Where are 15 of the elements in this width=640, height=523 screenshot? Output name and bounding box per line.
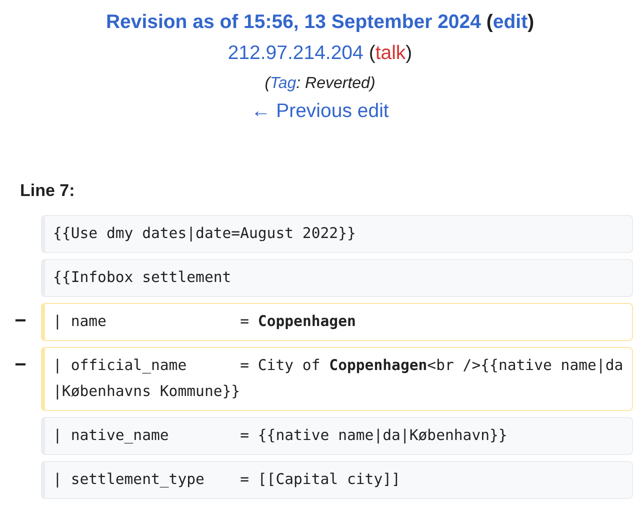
talk-link[interactable]: talk [375, 42, 406, 64]
user-link[interactable]: 212.97.214.204 [228, 42, 364, 64]
paren: ( [485, 11, 493, 33]
paren: ( [264, 75, 270, 92]
minus-marker: − [14, 309, 26, 333]
revision-title-link[interactable]: Revision as of 15:56, 13 September 2024 [106, 11, 481, 33]
minus-marker: − [14, 353, 26, 377]
diff-heading: Line 7: [20, 180, 75, 202]
paren: ) [528, 11, 534, 33]
paren: ( [368, 42, 376, 64]
edit-link[interactable]: edit [492, 11, 528, 33]
paren: ) [406, 42, 412, 64]
tag-text: : Reverted) [296, 75, 376, 92]
tag-link[interactable]: Tag [270, 75, 296, 92]
previous-edit-link[interactable]: ← Previous edit [251, 96, 389, 126]
